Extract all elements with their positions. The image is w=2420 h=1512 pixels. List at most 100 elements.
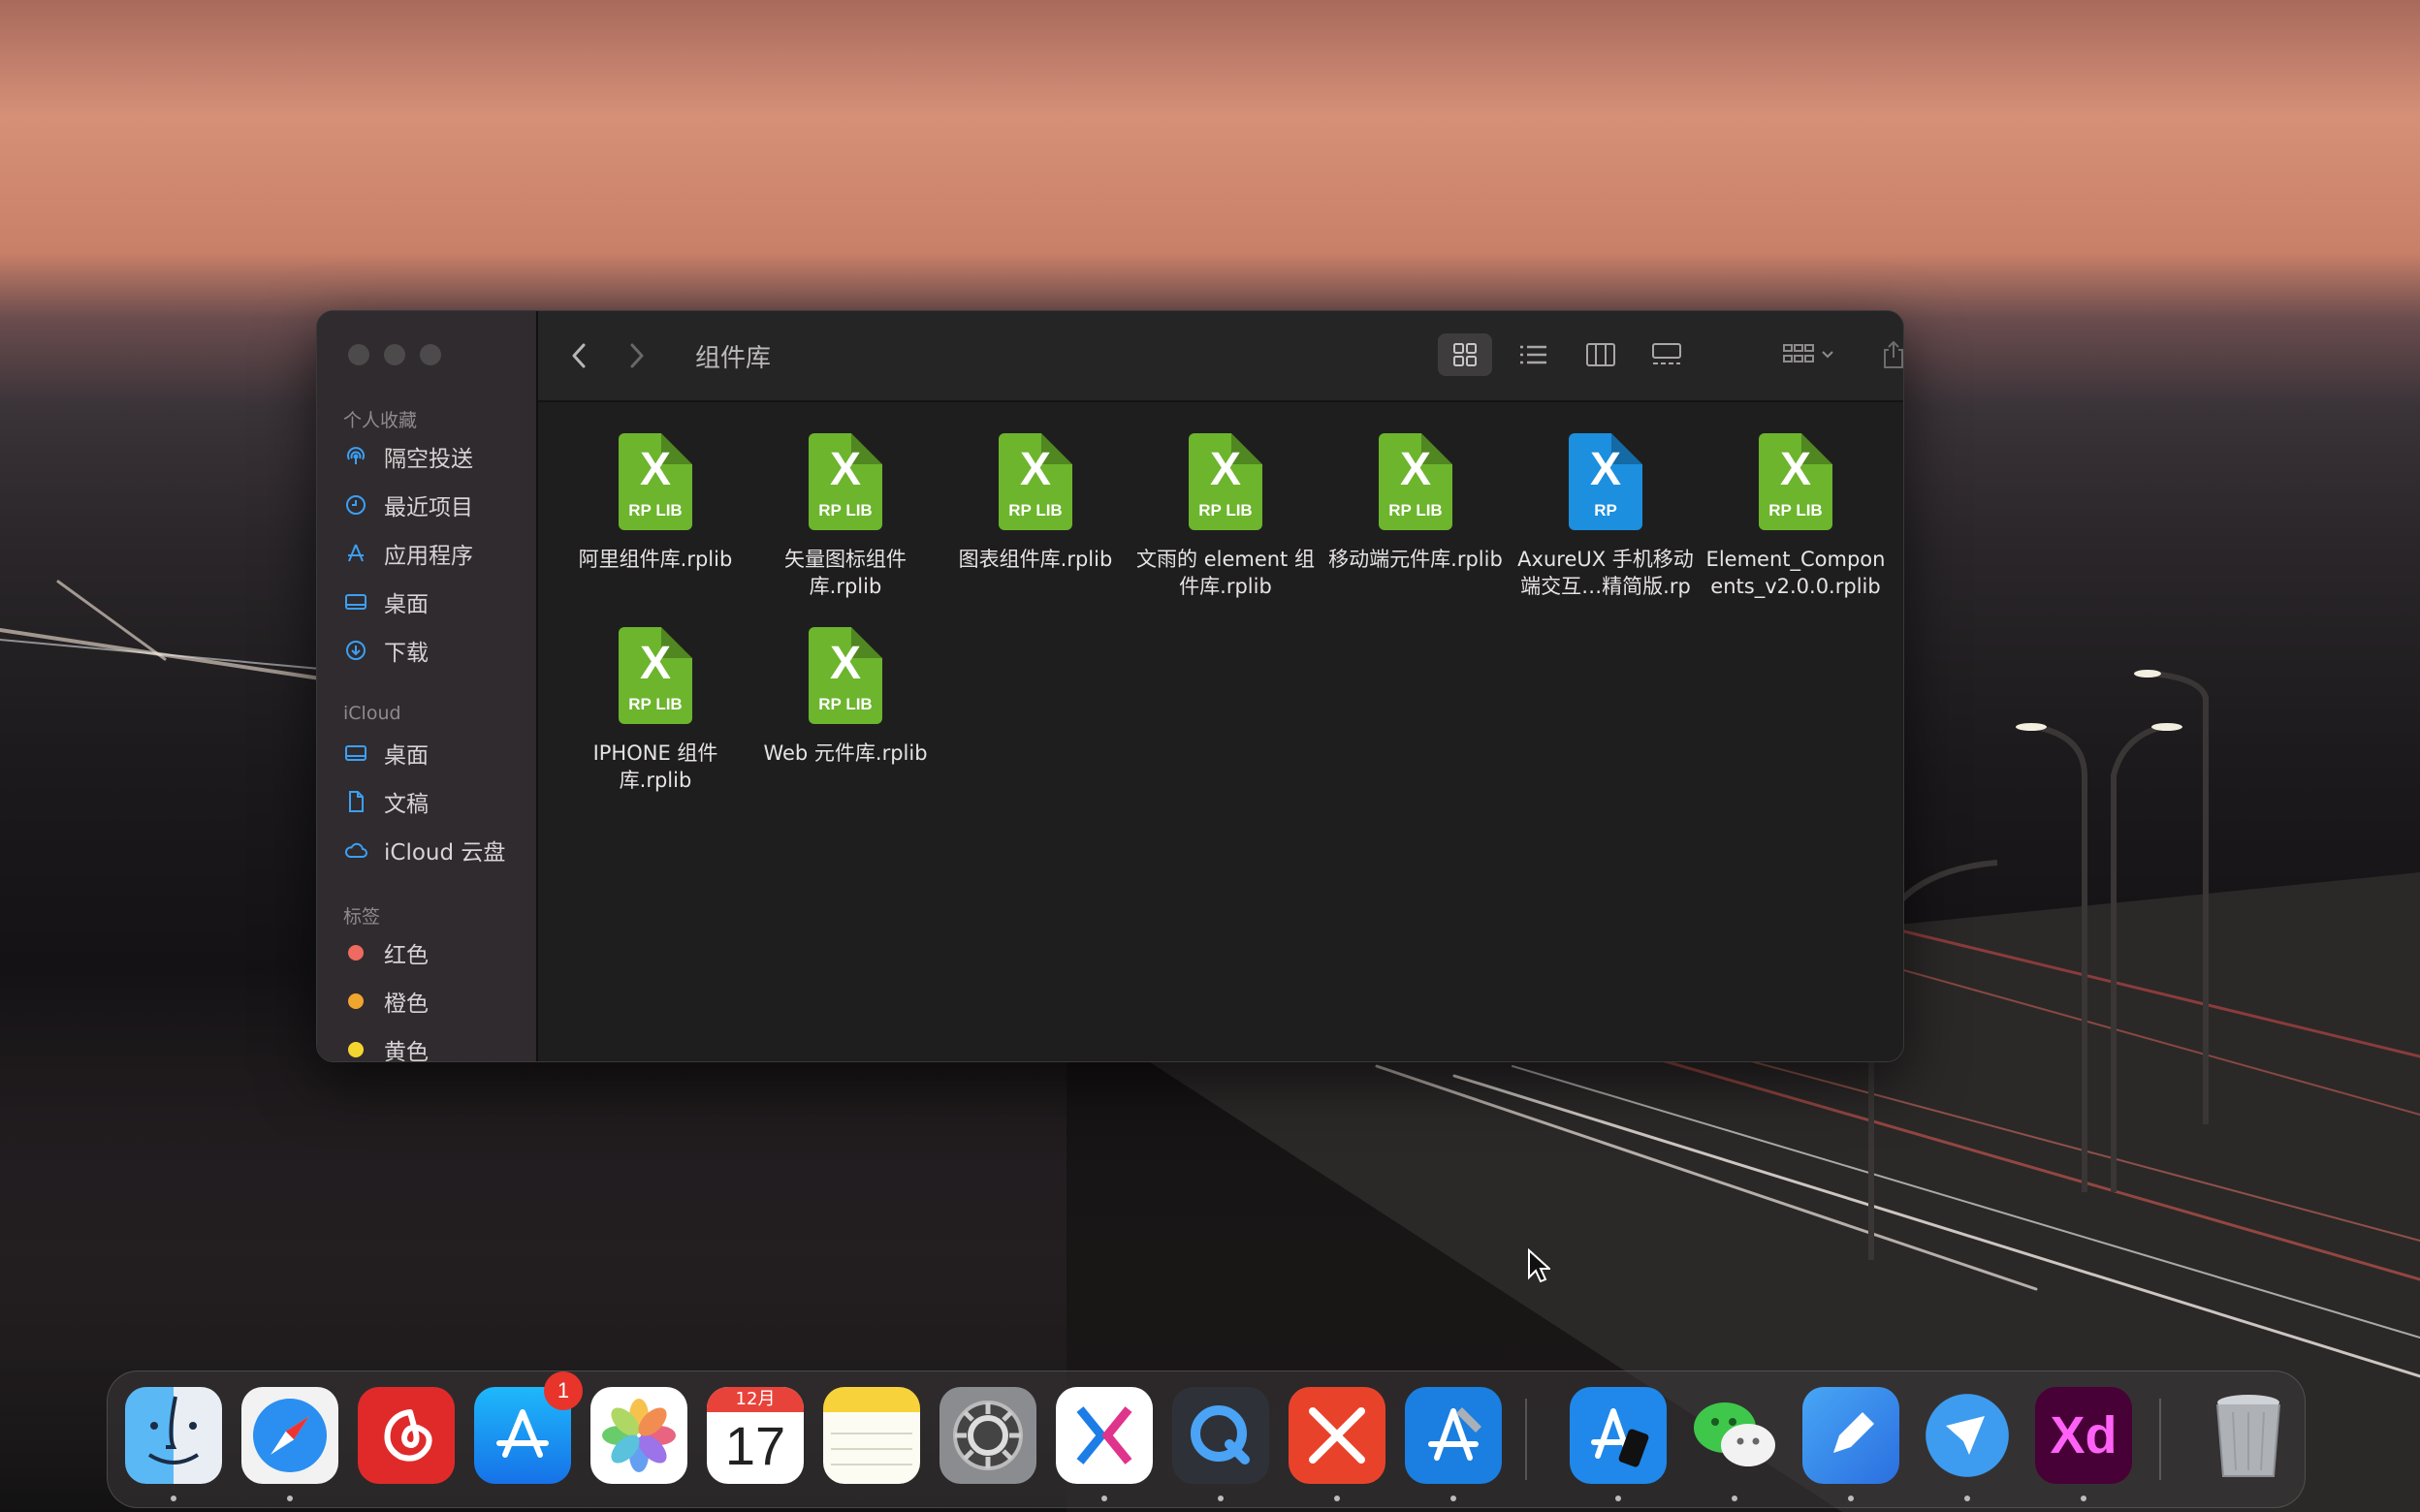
gallery-view-button[interactable] [1640,333,1694,376]
sidebar-item-airdrop[interactable]: 隔空投送 [343,437,527,476]
forward-button[interactable] [623,340,651,371]
file-item[interactable]: X RP LIB 图表组件库.rplib [943,433,1128,573]
icon-view-button[interactable] [1438,333,1492,376]
sidebar-item-icloud-desktop[interactable]: 桌面 [343,734,527,772]
sidebar-item-recents[interactable]: 最近项目 [343,486,527,524]
finder-window[interactable]: 个人收藏 隔空投送 最近项目 应用程序 桌面 下载 iCloud 桌面 文稿 i… [316,310,1904,1062]
tag-color-dot [348,1042,364,1057]
running-indicator [1450,1496,1456,1501]
finder-sidebar: 个人收藏 隔空投送 最近项目 应用程序 桌面 下载 iCloud 桌面 文稿 i… [317,311,538,1061]
running-indicator [1964,1496,1970,1501]
file-type-badge: RP LIB [1198,501,1253,520]
axure-file-icon: X RP LIB [1379,433,1452,530]
calendar-month: 12月 [707,1387,804,1412]
sidebar-item-downloads[interactable]: 下载 [343,631,527,670]
finder-icon[interactable] [125,1387,222,1484]
running-indicator [1848,1496,1854,1501]
axure-x-glyph: X [1589,444,1621,495]
pen-icon[interactable] [1802,1387,1899,1484]
sidebar-item-icloud-drive[interactable]: iCloud 云盘 [343,831,527,869]
running-indicator [2081,1496,2086,1501]
file-type-badge: RP LIB [628,501,683,520]
file-name: Web 元件库.rplib [753,740,938,767]
sidebar-item-desktop[interactable]: 桌面 [343,583,527,621]
file-item[interactable]: X RP LIB 文雨的 element 组件库.rplib [1133,433,1318,600]
simulator-icon[interactable] [1570,1387,1667,1484]
axure-x-glyph: X [639,638,671,689]
file-name: 阿里组件库.rplib [563,546,748,573]
xcode-icon[interactable] [1405,1387,1502,1484]
safari-icon[interactable] [241,1387,338,1484]
axure-icon[interactable] [1056,1387,1153,1484]
running-indicator [1615,1496,1621,1501]
quicktime-icon[interactable] [1172,1387,1269,1484]
sidebar-item-tag-orange[interactable]: 橙色 [343,982,527,1021]
axure-file-icon: X RP LIB [1759,433,1832,530]
finder-toolbar: 组件库 [538,311,1903,402]
axure-x-glyph: X [639,444,671,495]
file-name-line: 阿里组件库.rplib [578,548,733,571]
file-type-badge: RP LIB [1008,501,1063,520]
file-item[interactable]: X RP LIB 移动端元件库.rplib [1323,433,1508,573]
sidebar-item-label: 桌面 [384,743,429,769]
file-name: Element_Compon ents_v2.0.0.rplib [1704,546,1888,600]
photos-icon[interactable] [590,1387,687,1484]
file-type-badge: RP [1594,501,1617,520]
axure-file-icon: X RP LIB [1189,433,1262,530]
file-name: 图表组件库.rplib [943,546,1128,573]
file-item[interactable]: X RP AxureUX 手机移动 端交互…精简版.rp [1513,433,1698,600]
gallery-icon [1652,343,1681,364]
file-name: 矢量图标组件 库.rplib [753,546,938,600]
feishu-icon[interactable] [1919,1387,2016,1484]
file-type-badge: RP LIB [1388,501,1443,520]
file-item[interactable]: X RP LIB Web 元件库.rplib [753,627,938,767]
file-type-badge: RP LIB [818,695,873,713]
sidebar-item-label: 红色 [384,943,429,968]
sidebar-item-tag-yellow[interactable]: 黄色 [343,1030,527,1061]
group-by-button[interactable] [1775,333,1843,376]
zoom-window-button[interactable] [420,344,441,365]
share-icon [1884,340,1903,368]
file-name: 文雨的 element 组件库.rplib [1133,546,1318,600]
file-type-badge: RP LIB [1768,501,1823,520]
xmind-icon[interactable] [1289,1387,1385,1484]
close-window-button[interactable] [348,344,369,365]
file-name-line: 图表组件库.rplib [958,548,1113,571]
file-item[interactable]: X RP LIB 矢量图标组件 库.rplib [753,433,938,600]
file-name-line: Web 元件库.rplib [763,741,928,765]
sidebar-item-tag-red[interactable]: 红色 [343,933,527,972]
system-preferences-icon[interactable] [939,1387,1036,1484]
tag-color-dot [348,993,364,1009]
file-name-line: 文雨的 element 组 [1136,548,1315,571]
calendar-icon[interactable]: 12月 17 [707,1387,804,1484]
adobe-xd-icon[interactable]: Xd [2035,1387,2132,1484]
chevron-left-icon [572,343,586,368]
columns-icon [1586,343,1615,366]
dock-separator [1525,1399,1527,1480]
running-indicator [1101,1496,1107,1501]
column-view-button[interactable] [1574,333,1628,376]
sidebar-item-applications[interactable]: 应用程序 [343,534,527,573]
adobe-xd-label: Xd [2035,1387,2132,1484]
minimize-window-button[interactable] [384,344,405,365]
running-indicator [171,1496,176,1501]
trash-icon[interactable] [2200,1387,2297,1484]
file-item[interactable]: X RP LIB IPHONE 组件 库.rplib [563,627,748,794]
notes-icon[interactable] [823,1387,920,1484]
file-name-line: ents_v2.0.0.rplib [1710,575,1881,598]
file-item[interactable]: X RP LIB Element_Compon ents_v2.0.0.rplib [1704,433,1888,600]
running-indicator [1218,1496,1224,1501]
back-button[interactable] [565,340,592,371]
list-view-button[interactable] [1506,333,1560,376]
file-item[interactable]: X RP LIB 阿里组件库.rplib [563,433,748,573]
sidebar-section-icloud: iCloud [343,703,401,724]
sidebar-item-documents[interactable]: 文稿 [343,782,527,821]
wechat-icon[interactable] [1686,1387,1783,1484]
netease-music-icon[interactable] [358,1387,455,1484]
group-icon [1783,344,1833,362]
sidebar-item-label: 应用程序 [384,544,473,569]
share-button[interactable] [1872,333,1903,376]
axure-x-glyph: X [829,638,861,689]
axure-file-icon: X RP LIB [999,433,1072,530]
file-name: 移动端元件库.rplib [1323,546,1508,573]
